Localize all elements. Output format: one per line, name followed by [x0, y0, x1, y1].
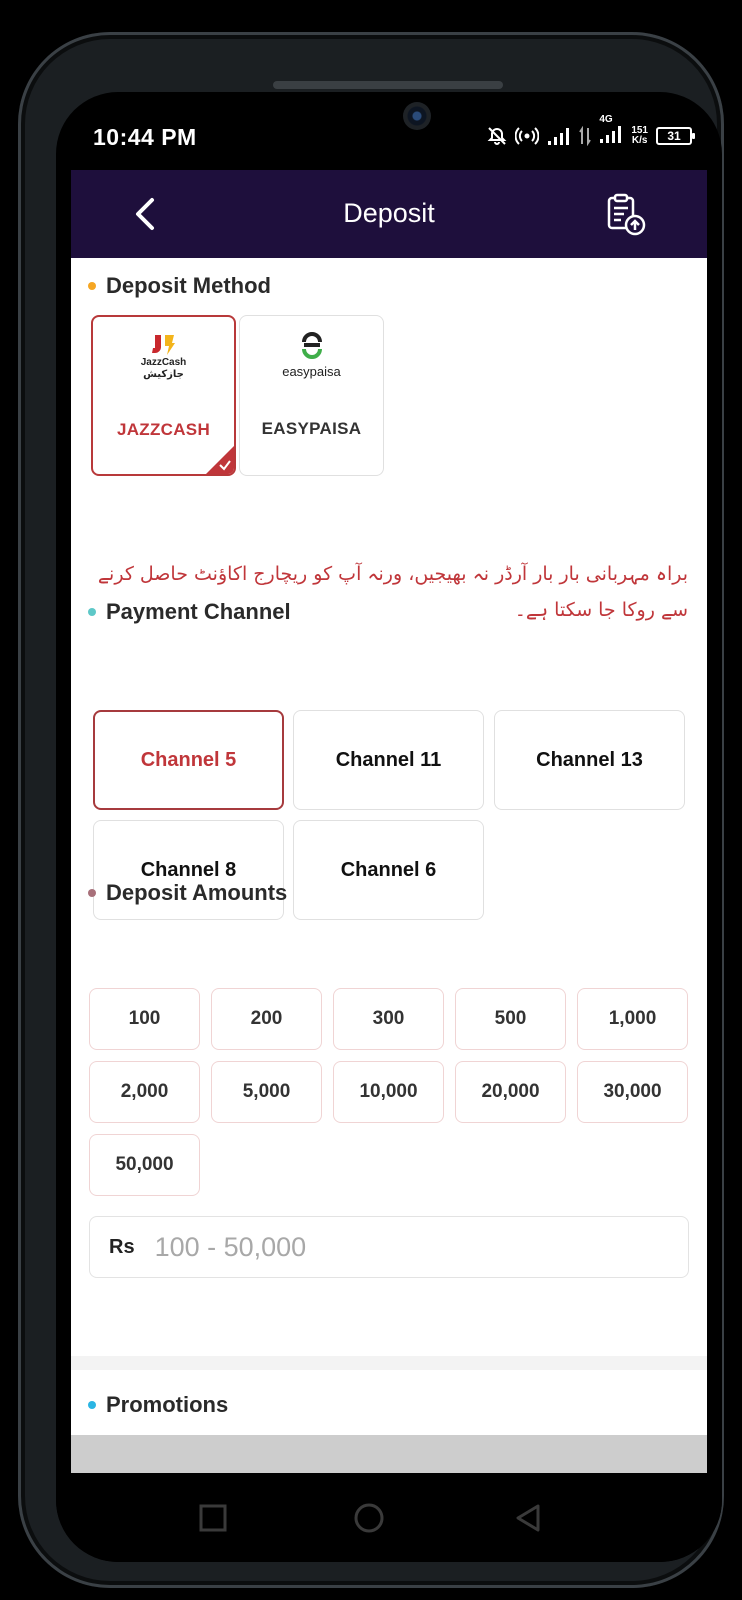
data-arrows-icon [579, 125, 592, 146]
jazzcash-logo-icon [151, 335, 175, 355]
easypaisa-logo: easypaisa [240, 332, 383, 392]
battery-level: 31 [667, 128, 681, 143]
home-button[interactable] [352, 1501, 386, 1535]
back-nav-button[interactable] [511, 1501, 545, 1535]
signal-icon-sim2 [600, 126, 622, 143]
jazzcash-logo: JazzCash جازکیش [93, 333, 234, 393]
amount-button[interactable]: 200 [211, 988, 322, 1050]
amount-button[interactable]: 5,000 [211, 1061, 322, 1123]
amount-button[interactable]: 2,000 [89, 1061, 200, 1123]
network-type: 4G [599, 114, 613, 125]
front-camera [403, 102, 431, 130]
screen: 10:44 PM 4G 151 K/s 31 Deposit Deposit M… [56, 92, 722, 1562]
deposit-amounts-title: Deposit Amounts [88, 880, 287, 906]
deposit-method-title: Deposit Method [88, 273, 271, 299]
status-bar: 10:44 PM 4G 151 K/s 31 [56, 92, 722, 168]
deposit-page: Deposit Deposit Method JazzCash جازکیش J… [71, 170, 707, 1473]
amount-button[interactable]: 10,000 [333, 1061, 444, 1123]
net-speed: 151 K/s [631, 124, 648, 146]
battery-icon: 31 [656, 126, 695, 145]
clipboard-upload-icon [607, 193, 646, 236]
square-icon [199, 1504, 227, 1532]
section-dot [88, 1401, 96, 1409]
amount-field[interactable]: Rs [89, 1216, 689, 1278]
checkmark-icon [219, 460, 231, 471]
channel-button-11[interactable]: Channel 11 [293, 710, 484, 810]
method-card-jazzcash[interactable]: JazzCash جازکیش JAZZCASH [91, 315, 236, 476]
section-dot [88, 889, 96, 897]
signal-icon-sim1 [548, 127, 570, 145]
amount-button[interactable]: 20,000 [455, 1061, 566, 1123]
bell-off-icon [487, 126, 507, 145]
system-nav-bar [56, 1473, 722, 1562]
promotions-title: Promotions [88, 1392, 228, 1418]
payment-channel-title: Payment Channel [88, 599, 291, 625]
status-time: 10:44 PM [93, 124, 197, 150]
next-button[interactable]: Next [71, 1435, 707, 1473]
status-icons: 4G 151 K/s 31 [487, 114, 695, 147]
amount-input[interactable] [154, 1231, 655, 1263]
channel-button-5[interactable]: Channel 5 [93, 710, 284, 810]
triangle-back-icon [516, 1504, 540, 1532]
amount-button[interactable]: 50,000 [89, 1134, 200, 1196]
amount-button[interactable]: 500 [455, 988, 566, 1050]
hotspot-icon [515, 126, 540, 145]
amount-button[interactable]: 30,000 [577, 1061, 688, 1123]
amount-button[interactable]: 1,000 [577, 988, 688, 1050]
method-label-easypaisa: EASYPAISA [261, 419, 362, 438]
section-dot [88, 608, 96, 616]
currency-label: Rs [109, 1235, 135, 1258]
app-header: Deposit [71, 170, 707, 258]
method-card-easypaisa[interactable]: easypaisa EASYPAISA [239, 315, 384, 476]
recents-button[interactable] [196, 1501, 230, 1535]
deposit-history-button[interactable] [603, 192, 649, 238]
channel-button-6[interactable]: Channel 6 [293, 820, 484, 920]
section-dot [88, 282, 96, 290]
circle-icon [354, 1503, 384, 1533]
amount-button[interactable]: 300 [333, 988, 444, 1050]
phone-frame: 10:44 PM 4G 151 K/s 31 Deposit Deposit M… [18, 32, 724, 1588]
channel-button-13[interactable]: Channel 13 [494, 710, 685, 810]
earpiece-speaker [273, 81, 503, 89]
easypaisa-logo-icon [301, 332, 322, 359]
amount-button[interactable]: 100 [89, 988, 200, 1050]
section-divider [71, 1356, 707, 1370]
method-label-jazzcash: JAZZCASH [116, 420, 211, 439]
